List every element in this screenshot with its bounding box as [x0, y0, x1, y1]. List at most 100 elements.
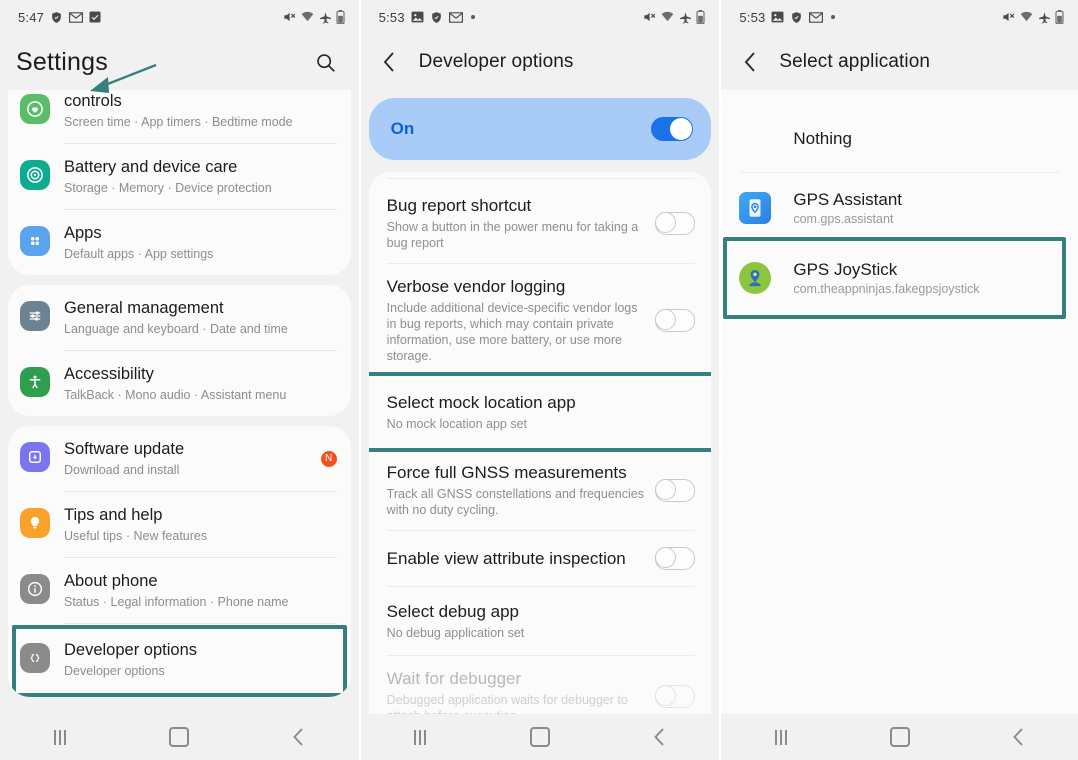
battery-icon	[696, 10, 705, 24]
app-name: GPS Assistant	[793, 190, 903, 209]
phone-screen-settings: 5:47 Settings controls Screen time · App…	[0, 0, 359, 760]
status-bar: 5:53	[360, 0, 720, 34]
app-row-gps-assistant[interactable]: GPS Assistant com.gps.assistant	[721, 173, 1078, 241]
row-subtitle: No debug application set	[386, 626, 525, 640]
dev-row-force-full-gnss-measurements[interactable]: Force full GNSS measurements Track all G…	[369, 448, 712, 530]
status-time: 5:53	[739, 9, 766, 25]
master-switch-label: On	[390, 119, 415, 138]
status-bar-left: 5:53	[379, 10, 475, 25]
dev-row-verbose-vendor-logging[interactable]: Verbose vendor logging Include additiona…	[369, 264, 712, 376]
settings-row-about-phone[interactable]: About phone Status · Legal information ·…	[8, 558, 351, 623]
battery-icon	[1055, 10, 1064, 24]
row-subtitle: Download and install	[64, 463, 180, 477]
wifi-icon	[300, 10, 315, 24]
row-title: Bug report shortcut	[386, 196, 532, 215]
status-bar-left: 5:53	[739, 9, 836, 25]
row-subtitle: Track all GNSS constellations and freque…	[386, 487, 644, 517]
settings-row-battery-and-device-care[interactable]: Battery and device care Storage · Memory…	[8, 144, 351, 209]
row-title: Developer options	[64, 641, 197, 659]
toggle-switch[interactable]	[655, 308, 696, 332]
app-row-nothing[interactable]: Nothing	[721, 106, 1078, 172]
app-package: com.gps.assistant	[793, 212, 894, 226]
settings-row-accessibility[interactable]: Accessibility TalkBack · Mono audio · As…	[8, 351, 351, 416]
settings-row-general-management[interactable]: General management Language and keyboard…	[8, 285, 351, 350]
back-icon[interactable]	[277, 722, 321, 752]
row-title: controls	[64, 92, 122, 110]
lightbulb-icon	[20, 508, 50, 538]
home-icon[interactable]	[518, 722, 562, 752]
recents-icon[interactable]	[759, 722, 803, 752]
status-bar: 5:53	[721, 0, 1078, 34]
info-icon	[20, 574, 50, 604]
page-title: Settings	[16, 47, 108, 76]
row-subtitle: Screen time · App timers · Bedtime mode	[64, 115, 293, 129]
back-icon[interactable]	[997, 722, 1041, 752]
settings-list: controls Screen time · App timers · Bedt…	[0, 78, 359, 697]
dev-row-select-mock-location-app[interactable]: Select mock location app No mock locatio…	[369, 376, 712, 448]
dev-row-bug-report-shortcut[interactable]: Bug report shortcut Show a button in the…	[369, 183, 712, 263]
master-switch-toggle[interactable]	[651, 117, 694, 141]
recents-icon[interactable]	[38, 722, 82, 752]
row-subtitle: TalkBack · Mono audio · Assistant menu	[64, 388, 287, 402]
navigation-bar	[0, 714, 359, 760]
row-subtitle: No mock location app set	[386, 417, 528, 431]
phone-screen-developer-options: 5:53 Developer options On Bug report sho…	[360, 0, 720, 760]
three-phone-screenshots: 5:47 Settings controls Screen time · App…	[0, 0, 1078, 760]
row-title: Apps	[64, 224, 102, 242]
shield-icon	[790, 11, 803, 24]
recents-icon[interactable]	[398, 722, 442, 752]
row-subtitle: Show a button in the power menu for taki…	[386, 220, 639, 250]
app-name: Nothing	[793, 128, 852, 148]
toggle-switch[interactable]	[655, 547, 696, 570]
settings-group: Software update Download and install N T…	[8, 426, 351, 697]
developer-options-master-switch[interactable]: On	[368, 98, 712, 160]
status-bar-right	[1001, 10, 1064, 24]
row-subtitle: Useful tips · New features	[64, 529, 208, 543]
back-chevron-icon[interactable]	[737, 49, 763, 75]
back-chevron-icon[interactable]	[377, 49, 403, 75]
settings-row-apps[interactable]: Apps Default apps · App settings	[8, 210, 351, 275]
app-name: GPS JoyStick	[793, 260, 898, 279]
digital-wellbeing-icon	[20, 94, 50, 124]
app-row-gps-joystick[interactable]: GPS JoyStick com.theappninjas.fakegpsjoy…	[721, 241, 1078, 315]
dev-row-select-mock-location-app-wrapper: Select mock location app No mock locatio…	[368, 372, 712, 452]
row-subtitle: Storage · Memory · Device protection	[64, 181, 272, 195]
settings-group: controls Screen time · App timers · Bedt…	[8, 78, 351, 275]
apps-icon	[20, 226, 50, 256]
row-subtitle: Include additional device-specific vendo…	[386, 301, 638, 363]
select-application-header: Select application	[721, 34, 1078, 90]
airplane-mode-icon	[1038, 11, 1051, 24]
back-icon[interactable]	[638, 722, 682, 752]
settings-row-software-update[interactable]: Software update Download and install N	[8, 426, 351, 491]
dev-row-select-debug-app[interactable]: Select debug app No debug application se…	[369, 587, 712, 655]
status-time: 5:47	[18, 9, 45, 25]
image-icon	[771, 11, 784, 23]
wifi-icon	[1019, 10, 1034, 24]
row-title: About phone	[64, 572, 158, 590]
gmail-icon	[448, 11, 463, 23]
search-icon[interactable]	[309, 45, 343, 79]
toggle-switch[interactable]	[655, 211, 696, 235]
dev-row-enable-view-attribute-inspection[interactable]: Enable view attribute inspection	[369, 531, 712, 586]
airplane-mode-icon	[679, 11, 692, 24]
settings-row-developer-options[interactable]: Developer options Developer options	[8, 624, 351, 697]
mute-icon	[1001, 10, 1015, 24]
shield-icon	[50, 11, 63, 24]
home-icon[interactable]	[157, 722, 201, 752]
toggle-switch[interactable]	[655, 478, 696, 502]
settings-row-controls[interactable]: controls Screen time · App timers · Bedt…	[8, 78, 351, 143]
row-title: Select mock location app	[386, 393, 576, 412]
row-title: Accessibility	[64, 365, 154, 383]
wifi-icon	[660, 10, 675, 24]
dot-icon	[470, 15, 475, 19]
settings-row-tips-and-help[interactable]: Tips and help Useful tips · New features	[8, 492, 351, 557]
developer-options-header: Developer options	[360, 34, 720, 90]
row-subtitle: Default apps · App settings	[64, 247, 214, 261]
row-title: General management	[64, 299, 224, 317]
home-icon[interactable]	[878, 722, 922, 752]
page-title: Developer options	[418, 51, 574, 72]
navigation-bar	[721, 714, 1078, 760]
status-bar-right	[642, 10, 705, 24]
row-title: Tips and help	[64, 506, 163, 524]
gmail-icon	[809, 11, 824, 23]
